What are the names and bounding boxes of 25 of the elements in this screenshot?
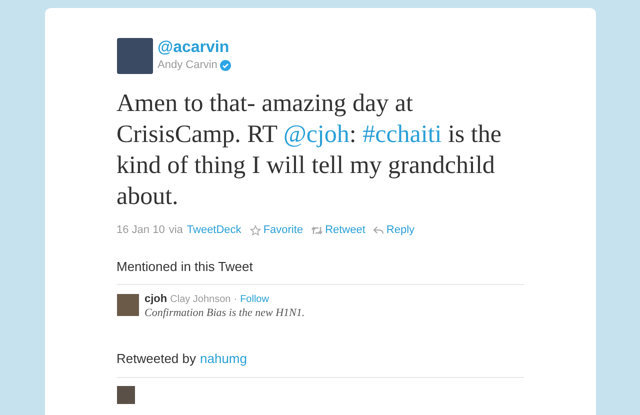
tweet-text: Amen to that- amazing day at CrisisCamp. RT @cjoh: #cchaiti is the kind of thing I will tell my grandchild about.	[116, 89, 502, 212]
action-link[interactable]: Reply	[386, 222, 415, 238]
client-link[interactable]: TweetDeck	[186, 222, 242, 238]
via-label: via	[168, 223, 183, 238]
follow-link[interactable]: Follow	[240, 293, 269, 306]
avatar-placeholder[interactable]	[116, 386, 134, 404]
user-handle[interactable]: cjoh	[144, 293, 168, 306]
avatar-placeholder	[116, 294, 138, 316]
user-link[interactable]: nahumg	[200, 349, 247, 368]
retweeted-label: Retweeted by	[116, 350, 196, 368]
user-bio: Confirmation Bias is the new H1N1.	[144, 306, 305, 321]
user-name: Clay Johnson	[170, 293, 231, 306]
tweet-date: 16 Jan 10	[116, 223, 165, 238]
reply-icon	[373, 226, 384, 235]
section-heading: Mentioned in this Tweet	[116, 256, 524, 285]
action-link[interactable]: Retweet	[325, 222, 366, 238]
tweet-link[interactable]: @cjoh	[283, 121, 350, 148]
star-icon	[250, 224, 262, 236]
tweet-link[interactable]: #cchaiti	[362, 121, 442, 148]
retweet-icon	[311, 226, 324, 235]
user-name: Andy Carvin	[158, 58, 218, 72]
avatar-placeholder	[116, 38, 152, 74]
action-link[interactable]: Favorite	[263, 222, 304, 238]
user-handle[interactable]: @acarvin	[158, 38, 232, 58]
separator: ·	[234, 293, 238, 306]
